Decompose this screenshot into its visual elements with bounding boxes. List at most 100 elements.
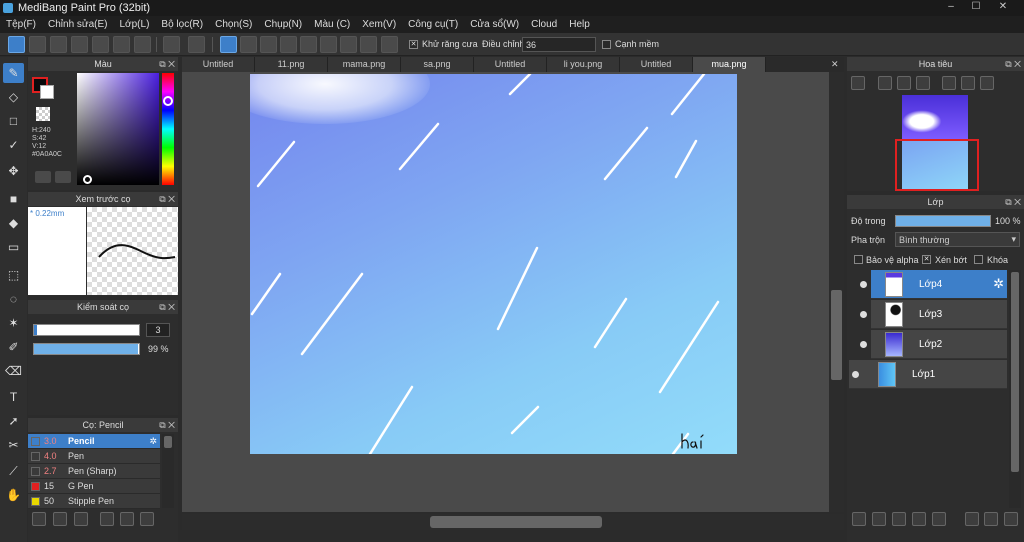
layer-list-scroll-thumb[interactable] (1011, 272, 1019, 472)
tab-untitled-2[interactable]: Untitled (474, 57, 547, 72)
panel-close-icon[interactable]: ⧉ ✕ (159, 300, 175, 314)
layer-row-3[interactable]: Lớp3 (871, 300, 1007, 329)
color-palette-icon[interactable] (35, 171, 51, 183)
layer-list-scrollbar[interactable] (1009, 270, 1021, 508)
sv-cursor[interactable] (83, 175, 92, 184)
menu-color[interactable]: Màu (C) (308, 19, 356, 30)
zoom-out-icon[interactable] (851, 76, 865, 90)
snap-settings-icon[interactable] (381, 36, 398, 53)
radial-snap-icon[interactable] (300, 36, 317, 53)
visibility-eye-icon[interactable] (860, 281, 867, 288)
menu-layer[interactable]: Lớp(L) (114, 19, 156, 30)
new-brush-icon[interactable] (53, 512, 67, 526)
dot-tool-icon[interactable]: □ (3, 111, 24, 131)
gear-icon[interactable]: ✲ (149, 434, 157, 449)
hue-slider[interactable] (162, 73, 174, 185)
hand-tool-icon[interactable]: ✋ (3, 485, 24, 505)
new-layer-icon[interactable] (852, 512, 866, 526)
menu-cloud[interactable]: Cloud (525, 19, 563, 30)
brush-opacity-slider[interactable] (33, 343, 140, 355)
zoom-in-icon[interactable] (878, 76, 892, 90)
pages-icon[interactable] (113, 36, 130, 53)
antialias-checkbox[interactable]: ✕ (409, 40, 418, 49)
close-button[interactable]: ✕ (992, 0, 1014, 14)
brush-menu-icon[interactable] (74, 512, 88, 526)
new-halftone-layer-icon[interactable] (872, 512, 886, 526)
rotate-right-icon[interactable] (980, 76, 994, 90)
protect-alpha-checkbox[interactable] (854, 255, 863, 264)
ellipse-snap-icon[interactable] (360, 36, 377, 53)
eyedropper-tool-icon[interactable]: ⟋ (3, 461, 24, 481)
divide-tool-icon[interactable]: ✂ (3, 435, 24, 455)
menu-tools[interactable]: Công cụ(T) (402, 19, 464, 30)
text-tool-icon[interactable]: T (3, 387, 24, 407)
tab-mama-png[interactable]: mama.png (328, 57, 401, 72)
tab-11-png[interactable]: 11.png (255, 57, 328, 72)
circle-snap-icon[interactable] (320, 36, 337, 53)
fill-tool-icon[interactable]: ◆ (3, 213, 24, 233)
panel-close-icon[interactable]: ⧉ ✕ (1005, 57, 1021, 71)
canvas-horizontal-thumb[interactable] (430, 516, 602, 528)
layer-row-2[interactable]: Lớp2 (871, 330, 1007, 359)
brush-folder-icon[interactable] (120, 512, 134, 526)
tab-untitled-1[interactable]: Untitled (182, 57, 255, 72)
minimize-button[interactable]: – (940, 0, 962, 14)
menu-capture[interactable]: Chụp(N) (258, 19, 308, 30)
brush-size-slider[interactable] (33, 324, 140, 336)
close-tab-icon[interactable]: ✕ (831, 59, 839, 70)
menu-view[interactable]: Xem(V) (356, 19, 402, 30)
drawing-canvas[interactable] (250, 74, 737, 454)
brush-item-stipple-pen[interactable]: 50 Stipple Pen (28, 494, 160, 509)
background-color-swatch[interactable] (40, 85, 54, 99)
layer-opacity-slider[interactable] (895, 215, 991, 227)
magic-wand-tool-icon[interactable]: ✶ (3, 313, 24, 333)
visibility-eye-icon[interactable] (852, 371, 859, 378)
color-mix-icon[interactable] (55, 171, 71, 183)
rotate-left-icon[interactable] (942, 76, 956, 90)
panel-close-icon[interactable]: ⧉ ✕ (159, 418, 175, 432)
move-layer-icon[interactable] (912, 512, 926, 526)
lasso-tool-icon[interactable]: ◌ (3, 289, 24, 309)
add-brush-icon[interactable] (32, 512, 46, 526)
canvas-vertical-scrollbar[interactable] (829, 72, 844, 512)
saturation-value-picker[interactable] (77, 73, 159, 185)
actual-size-icon[interactable] (916, 76, 930, 90)
canvas-area[interactable] (182, 72, 844, 512)
tab-untitled-3[interactable]: Untitled (620, 57, 693, 72)
panel-close-icon[interactable]: ⧉ ✕ (159, 57, 175, 71)
gear-icon[interactable]: ✲ (993, 276, 1004, 292)
lock-checkbox[interactable] (974, 255, 983, 264)
transparent-color-icon[interactable] (36, 107, 50, 121)
curve-snap-icon[interactable] (340, 36, 357, 53)
brush-tool-icon[interactable]: ✎ (3, 63, 24, 83)
fit-icon[interactable] (897, 76, 911, 90)
brush-item-pen-sharp[interactable]: 2.7 Pen (Sharp) (28, 464, 160, 479)
canvas-vertical-thumb[interactable] (831, 290, 842, 380)
menu-filter[interactable]: Bộ lọc(R) (155, 19, 209, 30)
hue-cursor[interactable] (163, 96, 173, 106)
brush-item-pencil[interactable]: 3.0 Pencil ✲ (28, 434, 160, 449)
menu-edit[interactable]: Chỉnh sửa(E) (42, 19, 114, 30)
blend-mode-select[interactable]: Bình thường ▾ (895, 232, 1020, 247)
select-eraser-tool-icon[interactable]: ⌫ (3, 361, 24, 381)
cross-snap-icon[interactable] (260, 36, 277, 53)
select-tool-icon[interactable]: ⬚ (3, 265, 24, 285)
clipping-checkbox[interactable]: ✕ (922, 255, 931, 264)
visibility-eye-icon[interactable] (860, 341, 867, 348)
page-icon[interactable] (92, 36, 109, 53)
navigator-viewport-frame[interactable] (895, 139, 979, 191)
grid-icon[interactable] (134, 36, 151, 53)
brush-properties-icon[interactable] (100, 512, 114, 526)
select-pen-tool-icon[interactable]: ✐ (3, 337, 24, 357)
brush-list-scroll-thumb[interactable] (164, 436, 172, 448)
layer-menu-icon[interactable] (932, 512, 946, 526)
rectangle-tool-icon[interactable]: ■ (3, 189, 24, 209)
brush-item-g-pen[interactable]: 15 G Pen (28, 479, 160, 494)
comment-icon[interactable] (50, 36, 67, 53)
operation-tool-icon[interactable]: ➚ (3, 411, 24, 431)
brush-list-scrollbar[interactable] (162, 434, 174, 508)
tab-mua-png[interactable]: mua.png (693, 57, 766, 72)
brush-item-pen[interactable]: 4.0 Pen (28, 449, 160, 464)
correction-select[interactable]: 36 (522, 37, 596, 52)
tab-li-you-png[interactable]: li you.png (547, 57, 620, 72)
